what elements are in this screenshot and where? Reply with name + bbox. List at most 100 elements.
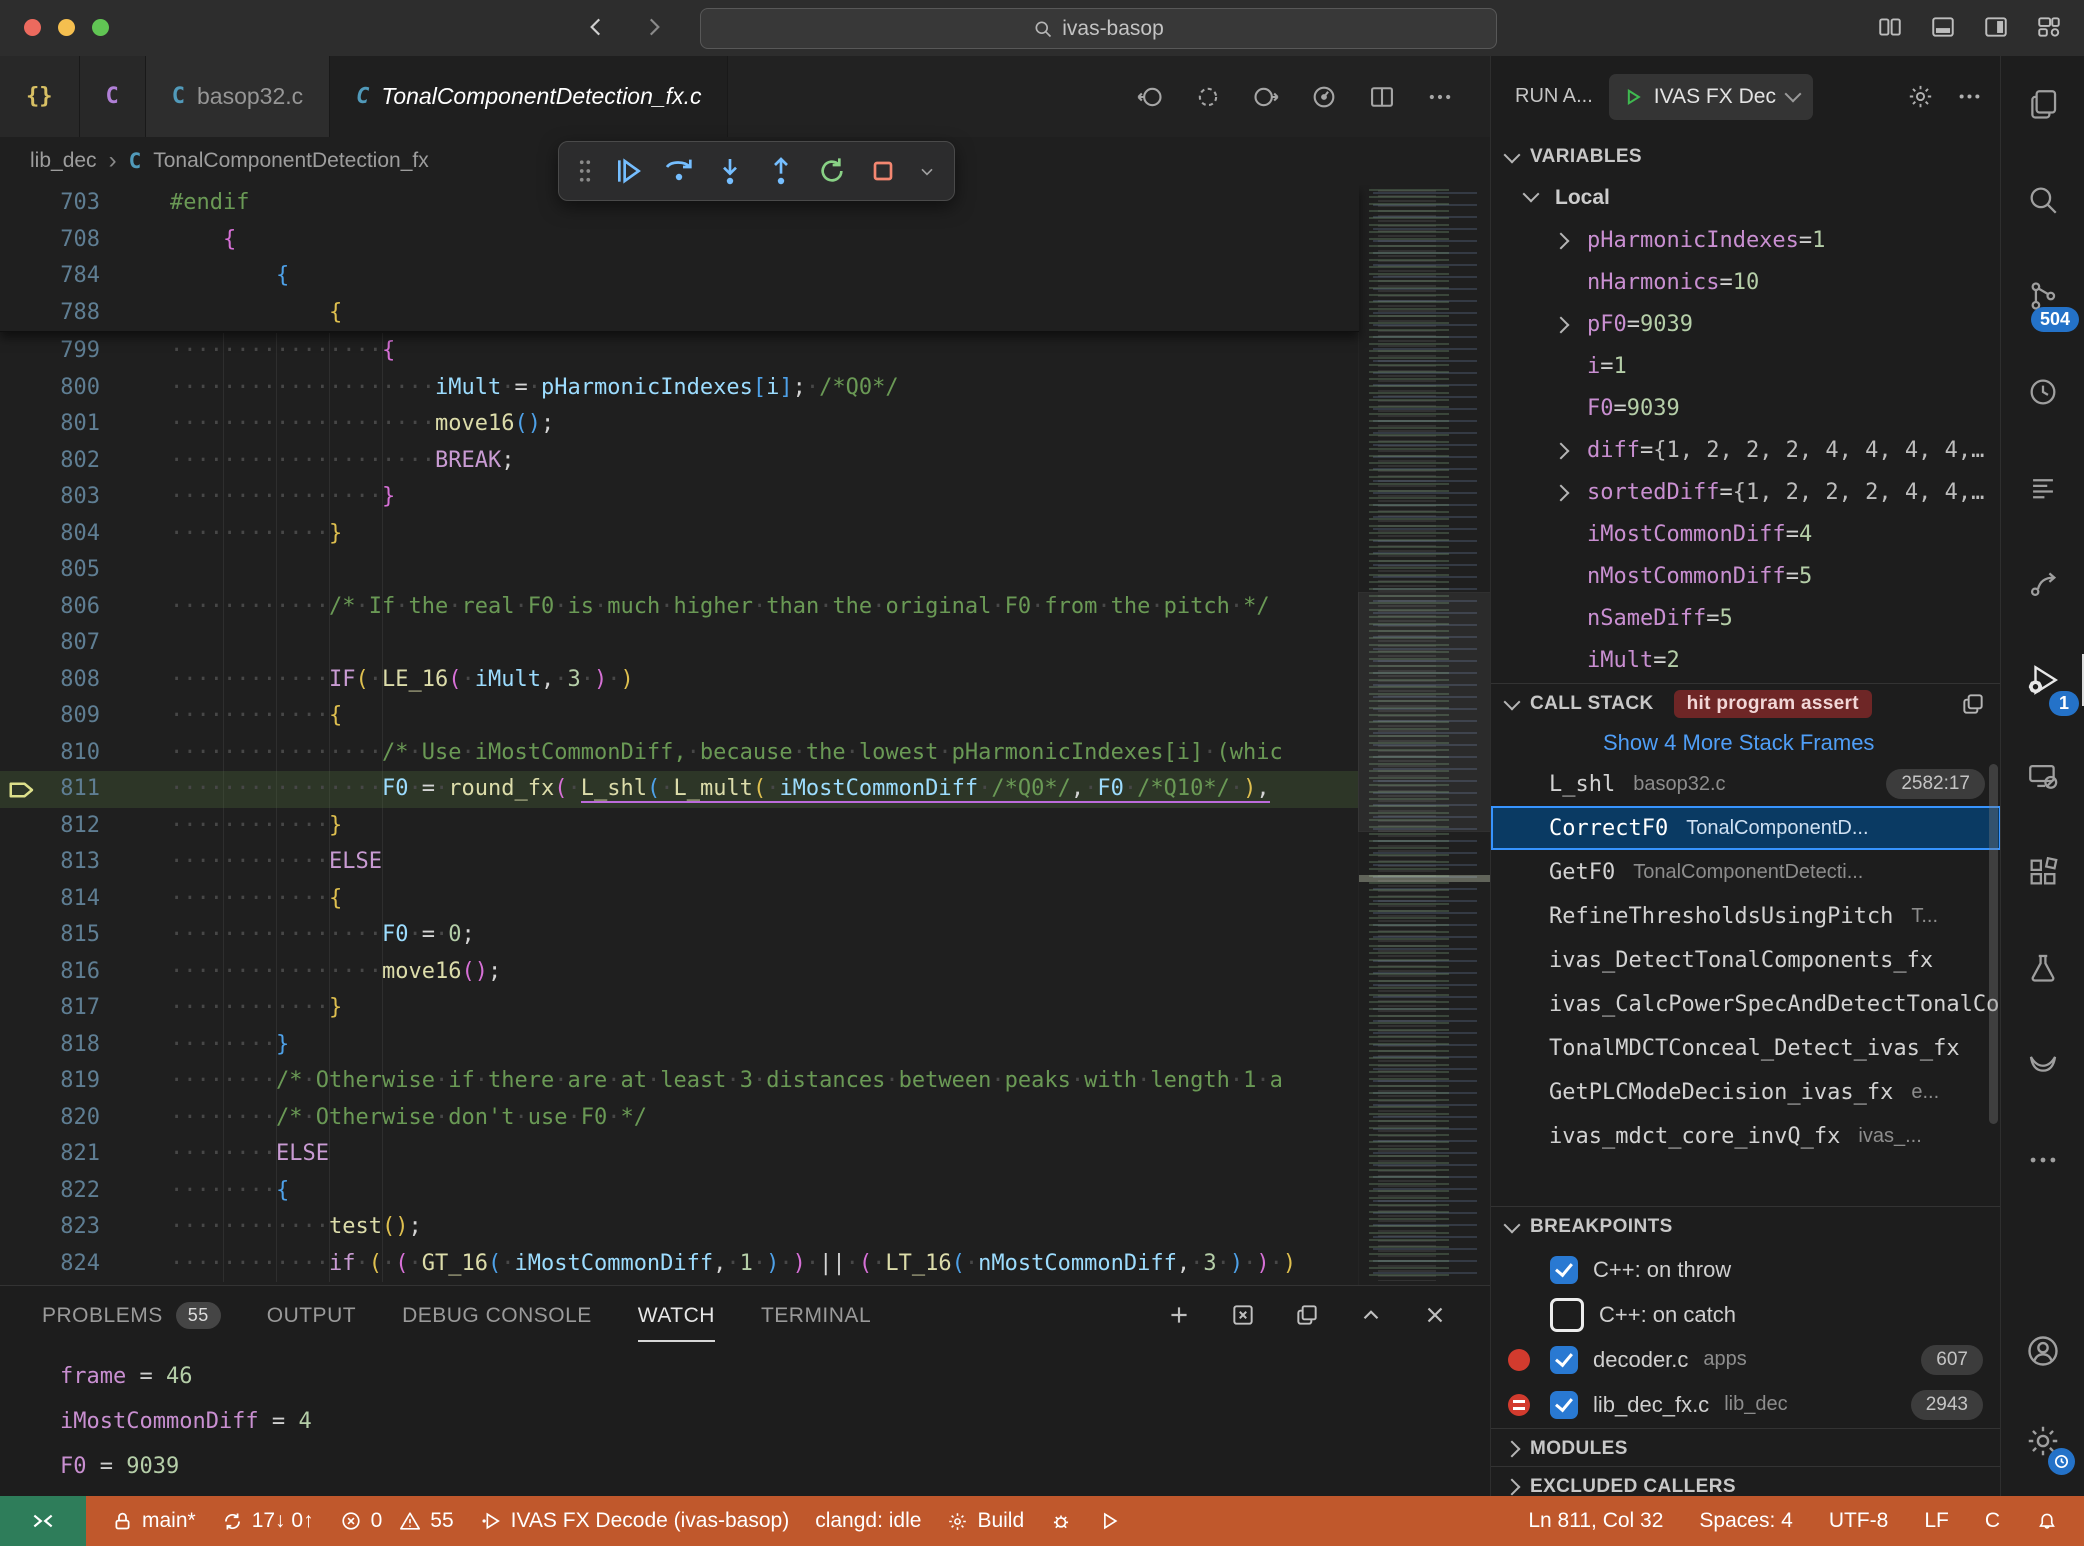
notifications-bell-icon[interactable] xyxy=(2036,1510,2058,1532)
restart-icon[interactable] xyxy=(813,149,851,193)
collapse-all-icon[interactable] xyxy=(1294,1302,1320,1328)
code-line[interactable]: 819········/*·Otherwise·if·there·are·at·… xyxy=(0,1063,1359,1100)
code-line[interactable]: 806············/*·If·the·real·F0·is·much… xyxy=(0,589,1359,626)
variable-row[interactable]: iMostCommonDiff = 4 xyxy=(1491,513,2001,555)
code-line[interactable]: 822········{ xyxy=(0,1173,1359,1210)
variable-row[interactable]: F0 = 9039 xyxy=(1491,387,2001,429)
toggle-panel-layout-icon[interactable] xyxy=(1877,14,1903,40)
profile-icon[interactable] xyxy=(1310,83,1338,111)
stack-frame-row[interactable]: GetPLCModeDecision_ivas_fxe... xyxy=(1491,1070,2001,1114)
bug-status-icon[interactable] xyxy=(1050,1510,1072,1532)
code-line[interactable]: 821········ELSE xyxy=(0,1136,1359,1173)
explorer-icon[interactable] xyxy=(2001,56,2084,152)
code-line[interactable]: 811················F0·=·round_fx(·L_shl(… xyxy=(0,771,1359,808)
panel-tab-watch[interactable]: WATCH xyxy=(638,1286,715,1344)
close-window-button[interactable] xyxy=(24,19,41,36)
step-out-icon[interactable] xyxy=(762,149,800,193)
timeline-history-icon[interactable] xyxy=(2001,344,2084,440)
stack-frame-row[interactable]: ivas_mdct_core_invQ_fxivas_... xyxy=(1491,1114,2001,1158)
stack-frame-row[interactable]: CorrectF0TonalComponentD... xyxy=(1491,806,2001,850)
code-line[interactable]: 824············if·(·(·GT_16(·iMostCommon… xyxy=(0,1246,1359,1283)
sticky-code-line[interactable]: 708 { xyxy=(0,222,1359,259)
remote-indicator[interactable] xyxy=(0,1496,86,1546)
toolbar-drag-handle[interactable] xyxy=(574,149,596,193)
branch-status[interactable]: main* xyxy=(112,1509,196,1533)
stack-frame-row[interactable]: ivas_DetectTonalComponents_fx xyxy=(1491,938,2001,982)
references-icon[interactable] xyxy=(2001,536,2084,632)
step-back-icon[interactable] xyxy=(1136,83,1164,111)
copy-call-stack-icon[interactable] xyxy=(1960,691,1986,717)
panel-tab-debug-console[interactable]: DEBUG CONSOLE xyxy=(402,1286,592,1344)
code-line[interactable]: 808············IF(·LE_16(·iMult,·3·)·) xyxy=(0,662,1359,699)
code-line[interactable]: 813············ELSE xyxy=(0,844,1359,881)
settings-gear-icon[interactable] xyxy=(2001,1401,2084,1481)
sticky-code-line[interactable]: 784 { xyxy=(0,258,1359,295)
call-stack-header[interactable]: CALL STACK hit program assert xyxy=(1491,684,2001,724)
run-task-icon[interactable] xyxy=(1098,1510,1120,1532)
stack-frame-row[interactable]: TonalMDCTConceal_Detect_ivas_fx xyxy=(1491,1026,2001,1070)
code-line[interactable]: 804············} xyxy=(0,516,1359,553)
variable-row[interactable]: sortedDiff = {1, 2, 2, 2, 4, 4,… xyxy=(1491,471,2001,513)
more-editor-actions-icon[interactable] xyxy=(1426,83,1454,111)
sync-status[interactable]: 17↓ 0↑ xyxy=(222,1509,314,1533)
code-line[interactable]: 823············test(); xyxy=(0,1209,1359,1246)
maximize-window-button[interactable] xyxy=(92,19,109,36)
modules-header[interactable]: MODULES xyxy=(1491,1429,2001,1466)
code-line[interactable]: 801····················move16(); xyxy=(0,406,1359,443)
code-editor[interactable]: 799················{800·················… xyxy=(0,185,1490,1285)
extensions-icon[interactable] xyxy=(2001,824,2084,920)
customize-layout-icon[interactable] xyxy=(2036,14,2062,40)
source-control-icon[interactable]: 504 xyxy=(2001,248,2084,344)
close-panel-icon[interactable] xyxy=(1422,1302,1448,1328)
breakpoint-checkbox[interactable] xyxy=(1550,1298,1584,1332)
code-line[interactable]: 805 xyxy=(0,552,1359,589)
scrollbar-thumb[interactable] xyxy=(1989,764,1998,1124)
minimap[interactable] xyxy=(1358,185,1490,1285)
split-editor-icon[interactable] xyxy=(1368,83,1396,111)
more-views-icon[interactable] xyxy=(1956,83,1983,110)
watch-row[interactable]: frame = 46 xyxy=(60,1354,1490,1399)
outline-list-icon[interactable] xyxy=(2001,440,2084,536)
code-line[interactable]: 815················F0·=·0; xyxy=(0,917,1359,954)
debug-config-dropdown[interactable]: IVAS FX Dec xyxy=(1609,74,1813,120)
breakpoints-header[interactable]: BREAKPOINTS xyxy=(1491,1207,2001,1247)
remove-all-watch-icon[interactable] xyxy=(1230,1302,1256,1328)
encoding-setting[interactable]: UTF-8 xyxy=(1829,1509,1889,1533)
editor-tab[interactable]: CTonalComponentDetection_fx.c xyxy=(330,56,728,137)
stack-frame-row[interactable]: RefineThresholdsUsingPitchT... xyxy=(1491,894,2001,938)
sticky-code-line[interactable]: 788 { xyxy=(0,295,1359,332)
nav-back-icon[interactable] xyxy=(583,14,609,40)
stack-frame-row[interactable]: ivas_CalcPowerSpecAndDetectTonalCo xyxy=(1491,982,2001,1026)
cursor-position[interactable]: Ln 811, Col 32 xyxy=(1528,1509,1663,1533)
editor-tab[interactable]: C xyxy=(80,56,146,137)
problems-status[interactable]: 0 55 xyxy=(340,1509,454,1533)
code-line[interactable]: 816················move16(); xyxy=(0,954,1359,991)
breadcrumb-folder[interactable]: lib_dec xyxy=(30,149,97,173)
run-and-debug-icon[interactable]: 1 xyxy=(2001,632,2084,728)
clangd-status[interactable]: clangd: idle xyxy=(815,1509,921,1533)
panel-tab-output[interactable]: OUTPUT xyxy=(267,1286,356,1344)
maximize-panel-icon[interactable] xyxy=(1358,1302,1384,1328)
panel-tab-terminal[interactable]: TERMINAL xyxy=(761,1286,871,1344)
debug-settings-gear-icon[interactable] xyxy=(1907,83,1934,110)
eol-setting[interactable]: LF xyxy=(1924,1509,1949,1533)
debug-session-status[interactable]: IVAS FX Decode (ivas-basop) xyxy=(480,1509,790,1533)
continue-alt-icon[interactable] xyxy=(1252,83,1280,111)
editor-tab[interactable]: Cbasop32.c xyxy=(146,56,330,137)
variable-row[interactable]: diff = {1, 2, 2, 2, 4, 4, 4, 4,… xyxy=(1491,429,2001,471)
language-mode[interactable]: C xyxy=(1985,1509,2000,1533)
code-line[interactable]: 799················{ xyxy=(0,333,1359,370)
code-line[interactable]: 810················/*·Use·iMostCommonDif… xyxy=(0,735,1359,772)
code-line[interactable]: 812············} xyxy=(0,808,1359,845)
code-line[interactable]: 800····················iMult·=·pHarmonic… xyxy=(0,370,1359,407)
breakpoint-row[interactable]: C++: on catch xyxy=(1491,1292,2001,1337)
variable-row[interactable]: nMostCommonDiff = 5 xyxy=(1491,555,2001,597)
account-icon[interactable] xyxy=(2001,1311,2084,1391)
command-center-search[interactable]: ivas-basop xyxy=(700,8,1497,49)
stop-icon[interactable] xyxy=(864,149,902,193)
code-line[interactable]: 818········} xyxy=(0,1027,1359,1064)
minimap-slider[interactable] xyxy=(1359,593,1490,831)
minimize-window-button[interactable] xyxy=(58,19,75,36)
step-over-icon[interactable] xyxy=(660,149,698,193)
step-into-icon[interactable] xyxy=(711,149,749,193)
